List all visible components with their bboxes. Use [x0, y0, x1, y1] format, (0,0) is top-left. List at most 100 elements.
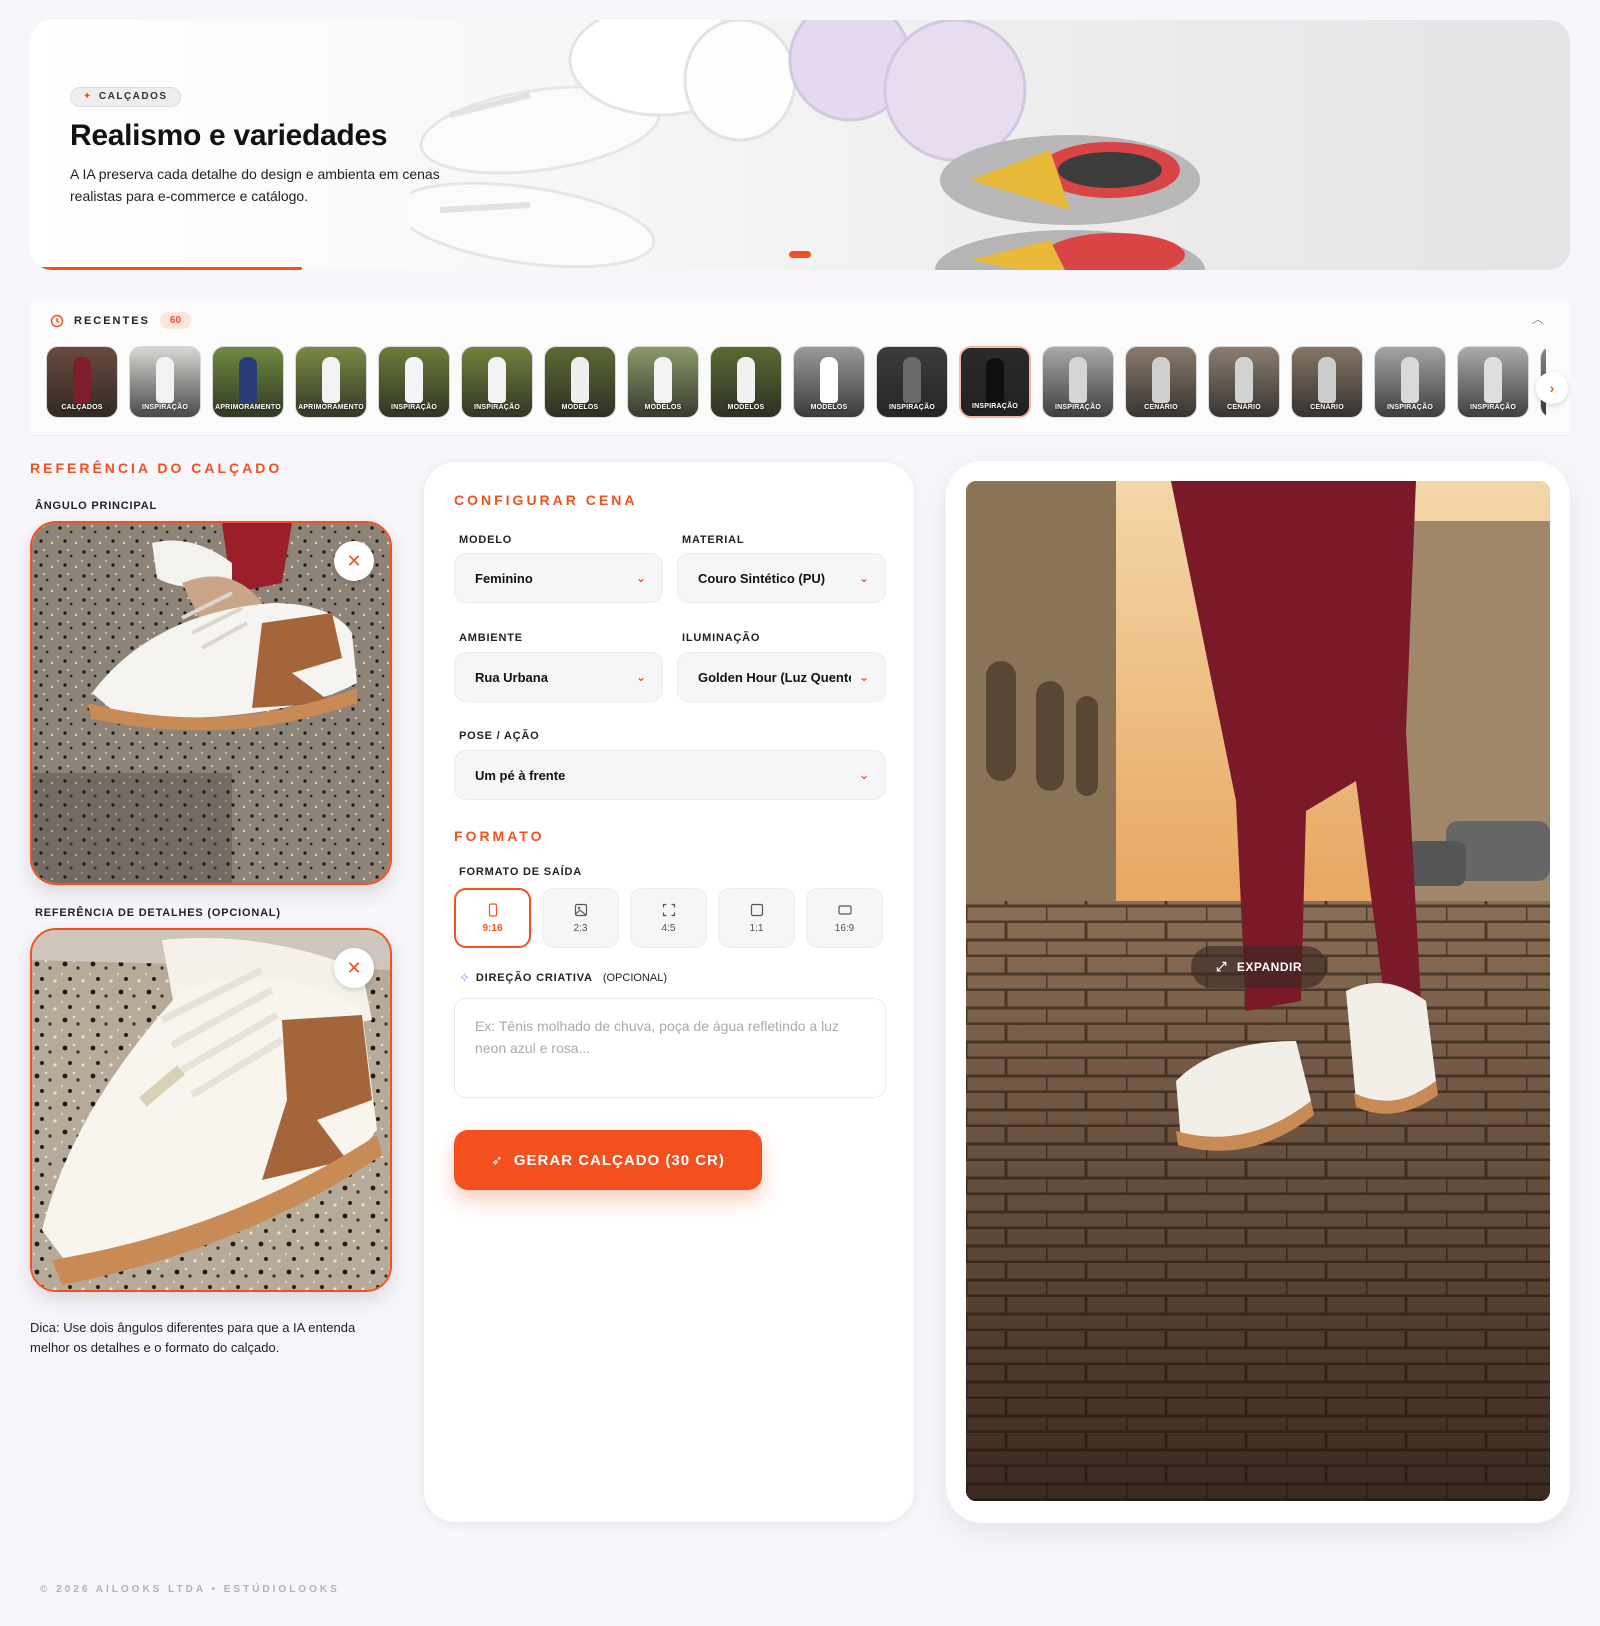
thumbnail-figure	[488, 357, 506, 403]
format-option-1-1[interactable]: 1:1	[718, 888, 795, 948]
recent-thumbnail[interactable]: APRIMORAMENTO	[212, 346, 284, 418]
thumbnail-label: INSPIRAÇÃO	[474, 404, 520, 411]
pose-select[interactable]: Um pé à frente ⌄	[454, 750, 886, 800]
thumbnail-label: INSPIRAÇÃO	[1470, 404, 1516, 411]
thumbnail-label: MODELOS	[810, 404, 848, 411]
main-angle-upload[interactable]: ✕	[30, 521, 392, 885]
recent-thumbnail[interactable]: APRIMORAMENTO	[295, 346, 367, 418]
generated-image[interactable]	[966, 481, 1550, 1501]
iluminacao-label: ILUMINAÇÃO	[682, 632, 761, 644]
format-option-4-5[interactable]: 4:5	[630, 888, 707, 948]
recent-thumbnail[interactable]: INSPIRAÇÃO	[959, 346, 1031, 418]
carousel-dot[interactable]	[789, 251, 811, 258]
format-label: 1:1	[749, 922, 764, 934]
recent-thumbnail[interactable]: MODELOS	[793, 346, 865, 418]
recent-thumbnail[interactable]: CENÁRIO	[1291, 346, 1363, 418]
modelo-value: Feminino	[475, 570, 533, 586]
generate-button-label: GERAR CALÇADO (30 CR)	[513, 1151, 725, 1169]
recent-thumbnail[interactable]: INSPIRAÇÃO	[378, 346, 450, 418]
material-select[interactable]: Couro Sintético (PU) ⌄	[677, 553, 886, 603]
recents-title: RECENTES	[74, 314, 150, 327]
footer-text: © 2026 AILOOKS LTDA • ESTÚDIOLOOKS	[40, 1584, 340, 1595]
recent-thumbnail[interactable]: INSPIRAÇÃO	[129, 346, 201, 418]
thumbnail-label: INSPIRAÇÃO	[972, 403, 1018, 410]
ambiente-select[interactable]: Rua Urbana ⌄	[454, 652, 663, 702]
detail-shoe-photo	[32, 930, 390, 1290]
pose-label: POSE / AÇÃO	[459, 730, 540, 742]
recent-thumbnail[interactable]: CENÁRIO	[1125, 346, 1197, 418]
thumbnail-label: APRIMORAMENTO	[298, 404, 364, 411]
next-chevron-icon[interactable]: ›	[1536, 372, 1568, 404]
detail-reference-upload[interactable]: ✕	[30, 928, 392, 1292]
thumbnail-figure	[1152, 357, 1170, 403]
creative-direction-header: ✧ DIREÇÃO CRIATIVA (OPCIONAL)	[459, 970, 667, 986]
ambiente-value: Rua Urbana	[475, 669, 548, 685]
main-angle-label: ÂNGULO PRINCIPAL	[35, 500, 157, 512]
phone-portrait-icon	[488, 902, 497, 917]
thumbnail-figure	[820, 357, 838, 403]
recent-thumbnail[interactable]: INSPIRAÇÃO	[1457, 346, 1529, 418]
remove-detail-image-button[interactable]: ✕	[334, 948, 374, 988]
thumbnail-figure	[1069, 357, 1087, 403]
modelo-select[interactable]: Feminino ⌄	[454, 553, 663, 603]
recent-thumbnail[interactable]: INSPIRAÇÃO	[1374, 346, 1446, 418]
hero-banner: ✦ CALÇADOS Realismo e variedades A IA pr…	[30, 20, 1570, 270]
expand-arrows-icon: ⤢	[1215, 959, 1227, 974]
thumbnail-label: APRIMORAMENTO	[215, 404, 281, 411]
thumbnail-figure	[903, 357, 921, 403]
pose-value: Um pé à frente	[475, 767, 566, 783]
result-card: ⤢ EXPANDIR	[946, 461, 1570, 1523]
recent-thumbnail[interactable]: MODELOS	[544, 346, 616, 418]
recents-count-badge: 60	[159, 312, 192, 329]
recent-thumbnail[interactable]: CENÁRIO	[1208, 346, 1280, 418]
recent-thumbnail[interactable]: INSPIRAÇÃO	[1042, 346, 1114, 418]
thumbnail-label: CALÇADOS	[61, 404, 103, 411]
generate-button[interactable]: ➶ GERAR CALÇADO (30 CR)	[454, 1130, 762, 1190]
recents-panel: RECENTES 60 ︿ CALÇADOS INSPIRAÇÃO APRIMORA…	[30, 300, 1570, 436]
category-badge-label: CALÇADOS	[98, 91, 168, 102]
generated-street-photo	[966, 481, 1550, 1501]
image-icon	[574, 903, 587, 916]
main-angle-shoe-photo	[32, 523, 390, 883]
format-option-2-3[interactable]: 2:3	[542, 888, 619, 948]
thumbnail-label: CENÁRIO	[1144, 404, 1178, 411]
thumbnail-label: MODELOS	[561, 404, 599, 411]
format-section-title: FORMATO	[454, 828, 545, 844]
creative-direction-textarea[interactable]: Ex: Tênis molhado de chuva, poça de água…	[454, 998, 886, 1098]
thumbnail-figure	[654, 357, 672, 403]
detail-reference-label: REFERÊNCIA DE DETALHES (OPCIONAL)	[35, 907, 281, 919]
thumbnail-label: CENÁRIO	[1310, 404, 1344, 411]
recent-thumbnail[interactable]: CALÇADOS	[46, 346, 118, 418]
reference-column: REFERÊNCIA DO CALÇADO ÂNGULO PRINCIPAL ✕	[30, 460, 394, 1358]
thumbnail-label: INSPIRAÇÃO	[391, 404, 437, 411]
collapse-chevron-up-icon[interactable]: ︿	[1532, 310, 1544, 327]
thumbnail-figure	[156, 357, 174, 403]
recent-thumbnail[interactable]: MODELOS	[710, 346, 782, 418]
hero-description: A IA preserva cada detalhe do design e a…	[70, 165, 440, 204]
thumbnail-figure	[1235, 357, 1253, 403]
remove-main-image-button[interactable]: ✕	[334, 541, 374, 581]
recent-thumbnail[interactable]: MODELOS	[627, 346, 699, 418]
chevron-down-icon: ⌄	[858, 670, 869, 684]
thumbnail-figure	[73, 357, 91, 403]
iluminacao-select[interactable]: Golden Hour (Luz Quente) ⌄	[677, 652, 886, 702]
config-section-title: CONFIGURAR CENA	[454, 492, 638, 508]
recent-thumbnail[interactable]: INSPIRAÇÃO	[876, 346, 948, 418]
iluminacao-value: Golden Hour (Luz Quente)	[698, 669, 851, 685]
format-label: 16:9	[834, 922, 855, 934]
format-option-16-9[interactable]: 16:9	[806, 888, 883, 948]
thumbnail-figure	[737, 357, 755, 403]
format-option-9-16[interactable]: 9:16	[454, 888, 531, 948]
recent-thumbnail[interactable]: INSPIRAÇÃO	[461, 346, 533, 418]
recents-thumbnail-strip: CALÇADOS INSPIRAÇÃO APRIMORAMENTO APRIMORAM…	[46, 346, 1546, 420]
reference-section-title: REFERÊNCIA DO CALÇADO	[30, 460, 283, 476]
material-value: Couro Sintético (PU)	[698, 570, 826, 586]
expand-button[interactable]: ⤢ EXPANDIR	[1191, 946, 1327, 988]
square-icon	[750, 903, 763, 916]
hero-sneakers-image	[410, 20, 1205, 270]
thumbnail-label: INSPIRAÇÃO	[1055, 404, 1101, 411]
thumbnail-figure	[239, 357, 257, 403]
chevron-down-icon: ⌄	[635, 571, 646, 585]
modelo-label: MODELO	[459, 534, 513, 546]
chevron-down-icon: ⌄	[858, 768, 869, 782]
